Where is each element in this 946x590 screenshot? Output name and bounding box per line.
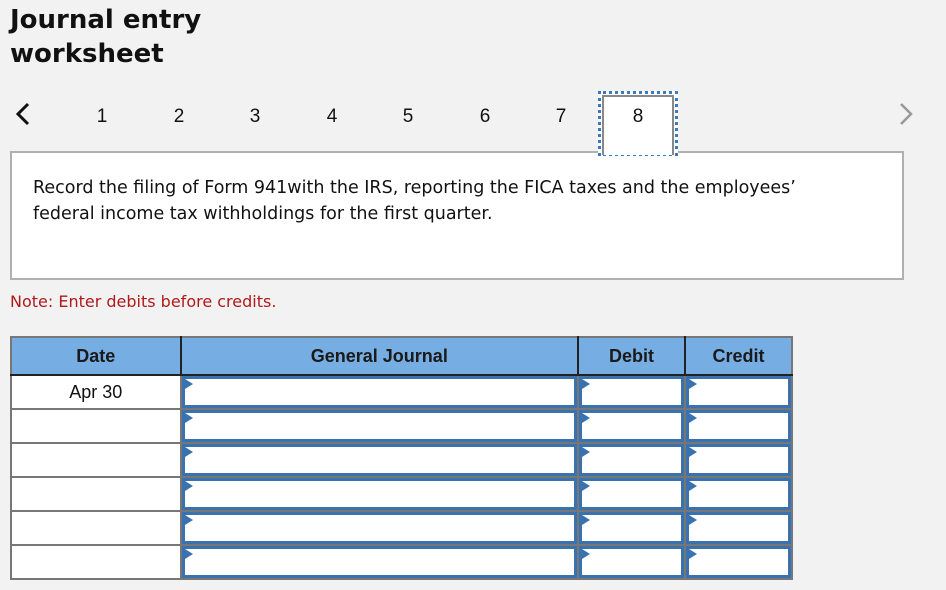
dropdown-flag-icon [184, 549, 193, 559]
dropdown-flag-icon [582, 413, 591, 423]
journal-row: Apr 30 [10, 374, 793, 410]
page-5-button[interactable]: 5 [393, 105, 423, 129]
debit-input[interactable] [579, 478, 685, 510]
note-text: Note: Enter debits before credits. [10, 292, 277, 311]
account-input[interactable] [181, 444, 578, 476]
dropdown-flag-icon [582, 515, 591, 525]
dropdown-flag-icon [689, 515, 698, 525]
dropdown-flag-icon [184, 413, 193, 423]
journal-row [10, 544, 793, 580]
page-8-button-current[interactable]: 8 [598, 91, 678, 156]
page-4-button[interactable]: 4 [317, 105, 347, 129]
credit-input[interactable] [686, 512, 791, 544]
debit-input[interactable] [579, 376, 685, 408]
column-header-general-journal: General Journal [179, 336, 580, 376]
credit-input[interactable] [686, 546, 791, 578]
journal-row [10, 476, 793, 512]
dropdown-flag-icon [184, 481, 193, 491]
account-input[interactable] [181, 478, 578, 510]
account-input[interactable] [181, 512, 578, 544]
date-cell[interactable] [10, 476, 182, 512]
dropdown-flag-icon [184, 379, 193, 389]
page-title: Journal entry worksheet [10, 5, 202, 69]
date-cell[interactable] [10, 544, 182, 580]
date-cell[interactable] [10, 408, 182, 444]
dropdown-flag-icon [689, 447, 698, 457]
date-cell[interactable] [10, 510, 182, 546]
dropdown-flag-icon [582, 481, 591, 491]
dropdown-flag-icon [689, 481, 698, 491]
debit-input[interactable] [579, 410, 685, 442]
date-cell[interactable] [10, 442, 182, 478]
debit-input[interactable] [579, 546, 685, 578]
credit-input[interactable] [686, 444, 791, 476]
date-cell: Apr 30 [10, 374, 182, 410]
next-page-button[interactable] [894, 100, 918, 128]
debit-input[interactable] [579, 444, 685, 476]
dropdown-flag-icon [582, 549, 591, 559]
chevron-right-icon [900, 103, 913, 125]
account-input[interactable] [181, 376, 578, 408]
page-6-button[interactable]: 6 [470, 105, 500, 129]
journal-row [10, 442, 793, 478]
debit-input[interactable] [579, 512, 685, 544]
credit-input[interactable] [686, 478, 791, 510]
dropdown-flag-icon [582, 379, 591, 389]
page-3-button[interactable]: 3 [240, 105, 270, 129]
dropdown-flag-icon [582, 447, 591, 457]
credit-input[interactable] [686, 376, 791, 408]
dropdown-flag-icon [689, 379, 698, 389]
column-header-debit: Debit [577, 336, 687, 376]
previous-page-button[interactable] [12, 100, 36, 128]
dropdown-flag-icon [689, 549, 698, 559]
current-page-label: 8 [632, 106, 644, 127]
journal-row [10, 408, 793, 444]
page-2-button[interactable]: 2 [164, 105, 194, 129]
dropdown-flag-icon [184, 447, 193, 457]
column-header-date: Date [10, 336, 182, 376]
column-header-credit: Credit [684, 336, 793, 376]
journal-row [10, 510, 793, 546]
account-input[interactable] [181, 410, 578, 442]
journal-header-row: Date General Journal Debit Credit [10, 336, 793, 376]
dropdown-flag-icon [689, 413, 698, 423]
page-1-button[interactable]: 1 [87, 105, 117, 129]
credit-input[interactable] [686, 410, 791, 442]
question-text: Record the filing of Form 941with the IR… [33, 178, 796, 224]
dropdown-flag-icon [184, 515, 193, 525]
account-input[interactable] [181, 546, 578, 578]
page-7-button[interactable]: 7 [546, 105, 576, 129]
chevron-left-icon [15, 102, 30, 126]
journal-table: Date General Journal Debit Credit Apr 30 [10, 336, 793, 580]
question-panel: Record the filing of Form 941with the IR… [10, 151, 904, 280]
